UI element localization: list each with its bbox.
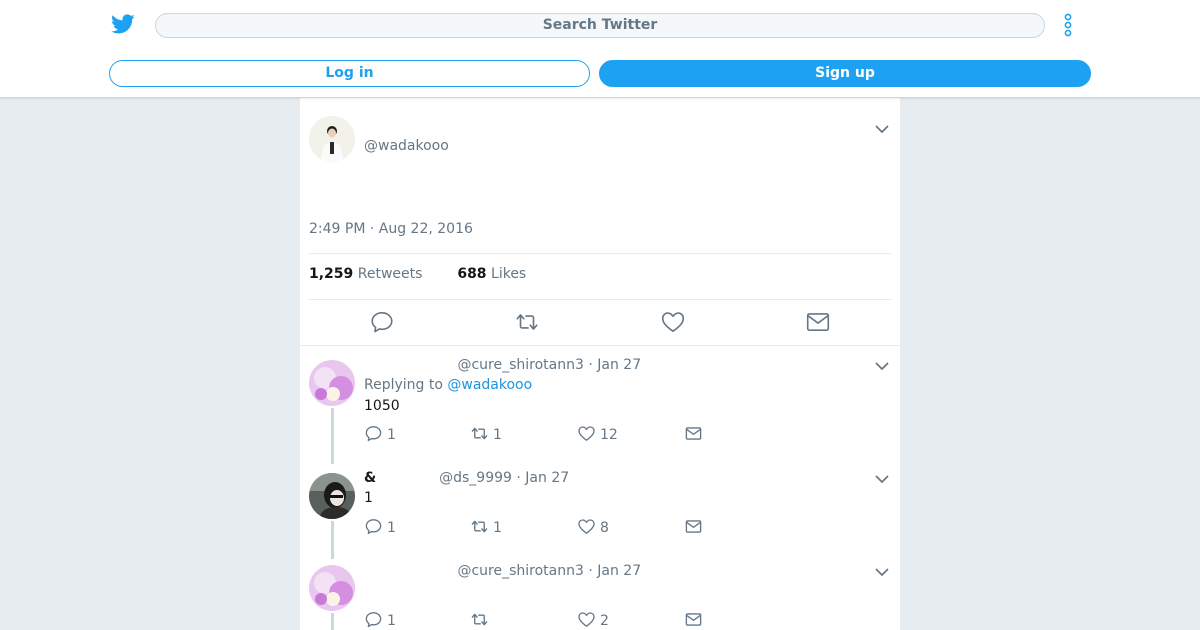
avatar-image xyxy=(309,360,355,406)
reply-header: @cure_shirotann3 · Jan 27 xyxy=(457,357,642,373)
divider xyxy=(309,253,891,254)
like-action[interactable]: 12 xyxy=(577,424,618,444)
tweet-author-handle[interactable]: @wadakooo xyxy=(364,138,449,154)
search-input[interactable]: Search Twitter xyxy=(155,13,1045,38)
retweet-action[interactable]: 1 xyxy=(470,424,502,444)
reply-date[interactable]: Jan 27 xyxy=(525,470,569,486)
direct-message-action[interactable] xyxy=(684,517,703,537)
chevron-down-icon[interactable] xyxy=(874,124,890,134)
reply-author-handle[interactable]: @cure_shirotann3 xyxy=(457,563,583,579)
reply-count: 1 xyxy=(387,520,396,536)
direct-message-icon xyxy=(685,427,702,440)
likes-label[interactable]: Likes xyxy=(491,266,526,282)
retweet-count[interactable]: 1,259 xyxy=(309,266,353,282)
retweet-icon xyxy=(471,613,488,626)
chevron-down-icon[interactable] xyxy=(874,474,890,484)
tweet-column: @wadakooo 2:49 PM · Aug 22, 2016 1,259 R… xyxy=(300,98,900,630)
direct-message-icon xyxy=(685,613,702,626)
reply-icon xyxy=(365,519,382,535)
reply-action[interactable]: 1 xyxy=(364,610,396,630)
like-count: 2 xyxy=(600,613,609,629)
reply-icon[interactable] xyxy=(369,309,395,335)
like-count: 12 xyxy=(600,427,618,443)
avatar[interactable] xyxy=(309,116,355,162)
retweets-label[interactable]: Retweets xyxy=(358,266,423,282)
like-icon xyxy=(578,426,595,441)
reply-author-name[interactable]: & xyxy=(364,470,376,486)
direct-message-action[interactable] xyxy=(684,424,703,444)
top-bar: Search Twitter Log in Sign up xyxy=(0,0,1200,98)
reply-icon xyxy=(365,426,382,442)
reply-action[interactable]: 1 xyxy=(364,517,396,537)
like-action[interactable]: 8 xyxy=(577,517,609,537)
retweet-count: 1 xyxy=(493,427,502,443)
retweet-icon xyxy=(471,427,488,440)
avatar-image xyxy=(309,565,355,611)
reply-icon xyxy=(365,612,382,628)
replying-to-prefix: Replying to xyxy=(364,377,443,393)
avatar-image xyxy=(309,473,355,519)
reply-text: 1 xyxy=(364,490,373,506)
replying-to-link[interactable]: @wadakooo xyxy=(447,377,532,393)
direct-message-icon xyxy=(685,520,702,533)
tweet-timestamp[interactable]: 2:49 PM · Aug 22, 2016 xyxy=(309,221,473,237)
divider xyxy=(309,299,891,300)
reply-text: 1050 xyxy=(364,398,400,414)
retweet-action[interactable] xyxy=(470,610,493,630)
like-icon xyxy=(578,519,595,534)
reply-author-handle[interactable]: @cure_shirotann3 xyxy=(457,357,583,373)
more-options-icon[interactable] xyxy=(1058,10,1078,40)
direct-message-icon[interactable] xyxy=(805,309,831,335)
like-count: 8 xyxy=(600,520,609,536)
direct-message-action[interactable] xyxy=(684,610,703,630)
avatar-image xyxy=(309,116,355,162)
like-count[interactable]: 688 xyxy=(457,266,486,282)
thread-line xyxy=(331,408,334,464)
signup-button[interactable]: Sign up xyxy=(599,60,1091,87)
replying-to: Replying to @wadakooo xyxy=(364,377,532,393)
reply-header: & @ds_9999 · Jan 27 xyxy=(364,470,570,486)
reply-action[interactable]: 1 xyxy=(364,424,396,444)
retweet-action[interactable]: 1 xyxy=(470,517,502,537)
thread-line xyxy=(331,521,334,559)
reply-header: @cure_shirotann3 · Jan 27 xyxy=(457,563,642,579)
reply-count: 1 xyxy=(387,427,396,443)
like-icon xyxy=(578,612,595,627)
retweet-icon[interactable] xyxy=(514,309,540,335)
like-action[interactable]: 2 xyxy=(577,610,609,630)
retweet-count: 1 xyxy=(493,520,502,536)
reply-avatar[interactable] xyxy=(309,473,355,519)
reply-avatar[interactable] xyxy=(309,565,355,611)
reply-count: 1 xyxy=(387,613,396,629)
reply-author-handle[interactable]: @ds_9999 xyxy=(439,470,512,486)
chevron-down-icon[interactable] xyxy=(874,361,890,371)
divider xyxy=(300,345,900,346)
reply-date[interactable]: Jan 27 xyxy=(597,563,641,579)
twitter-bird-icon[interactable] xyxy=(110,12,136,36)
login-button[interactable]: Log in xyxy=(109,60,590,87)
thread-line xyxy=(331,613,334,630)
reply-date[interactable]: Jan 27 xyxy=(597,357,641,373)
like-icon[interactable] xyxy=(660,309,686,335)
reply-avatar[interactable] xyxy=(309,360,355,406)
tweet-stats: 1,259 Retweets 688 Likes xyxy=(309,266,526,282)
retweet-icon xyxy=(471,520,488,533)
chevron-down-icon[interactable] xyxy=(874,567,890,577)
